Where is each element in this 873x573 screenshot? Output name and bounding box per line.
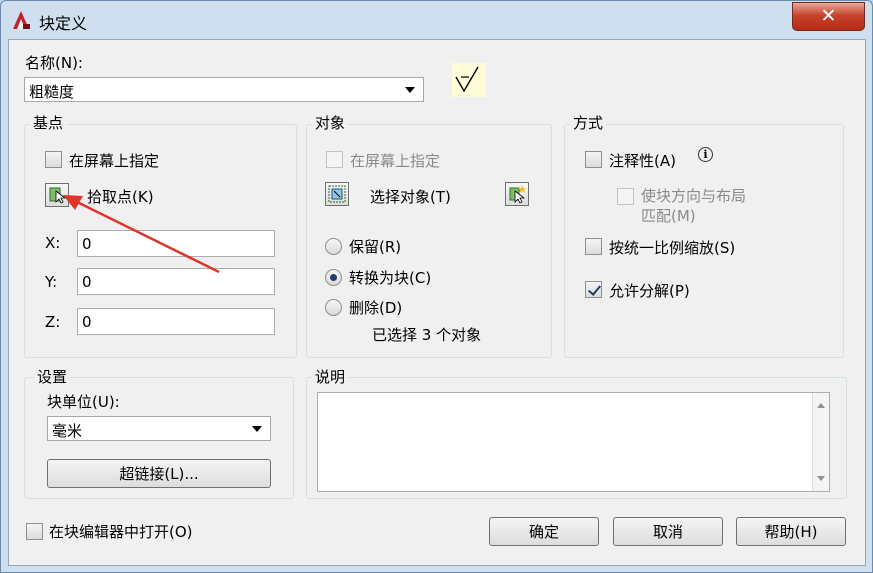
help-button[interactable]: 帮助(H) <box>736 517 846 546</box>
ok-button[interactable]: 确定 <box>489 517 599 546</box>
select-objects-label: 选择对象(T) <box>370 188 451 206</box>
block-unit-combobox[interactable]: 毫米 <box>47 416 271 441</box>
scale-uniformly-checkbox[interactable] <box>585 238 602 255</box>
block-preview <box>452 63 486 97</box>
select-objects-icon <box>328 185 346 203</box>
z-label: Z: <box>45 313 61 331</box>
select-objects-button[interactable] <box>325 182 349 206</box>
block-unit-value: 毫米 <box>52 422 83 440</box>
convert-to-block-radio[interactable] <box>325 269 342 286</box>
annotative-checkbox[interactable] <box>585 151 602 168</box>
name-label: 名称(N): <box>25 54 83 72</box>
name-combobox[interactable]: 粗糙度 <box>24 77 424 102</box>
match-orientation-label-2: 匹配(M) <box>641 207 696 225</box>
autocad-app-icon <box>11 10 31 30</box>
objects-onscreen-checkbox[interactable] <box>326 151 343 168</box>
chevron-down-icon[interactable] <box>252 426 262 432</box>
objects-title: 对象 <box>312 112 349 133</box>
close-icon: ✕ <box>820 5 837 27</box>
delete-label: 删除(D) <box>349 299 403 317</box>
hyperlink-button[interactable]: 超链接(L)... <box>47 459 271 488</box>
basepoint-title: 基点 <box>30 112 67 133</box>
name-value: 粗糙度 <box>29 83 75 101</box>
scroll-up-icon[interactable] <box>817 403 825 408</box>
description-scrollbar[interactable] <box>812 393 829 491</box>
retain-radio[interactable] <box>325 238 342 255</box>
match-orientation-checkbox[interactable] <box>617 188 634 205</box>
retain-label: 保留(R) <box>349 238 402 256</box>
description-textarea[interactable] <box>317 392 830 492</box>
behavior-title: 方式 <box>570 112 607 133</box>
annotative-label: 注释性(A) <box>609 152 676 170</box>
chevron-down-icon[interactable] <box>405 87 415 93</box>
convert-to-block-label: 转换为块(C) <box>349 269 432 287</box>
y-label: Y: <box>45 273 58 291</box>
settings-title: 设置 <box>34 366 71 387</box>
close-button[interactable]: ✕ <box>792 2 865 31</box>
window-title: 块定义 <box>39 14 88 33</box>
description-title: 说明 <box>312 366 349 387</box>
quick-select-button[interactable] <box>505 182 529 206</box>
basepoint-onscreen-checkbox[interactable] <box>45 151 62 168</box>
basepoint-onscreen-label: 在屏幕上指定 <box>69 152 160 170</box>
roughness-symbol-icon <box>455 66 479 93</box>
objects-onscreen-label: 在屏幕上指定 <box>350 152 441 170</box>
scroll-down-icon[interactable] <box>817 476 825 481</box>
selection-status: 已选择 3 个对象 <box>372 326 482 344</box>
allow-explode-checkbox[interactable] <box>585 281 602 298</box>
allow-explode-label: 允许分解(P) <box>609 282 690 300</box>
dialog-body: 名称(N): 粗糙度 基点 在屏幕上指定 拾取点(K) X: Y: <box>8 39 866 566</box>
title-bar[interactable]: 块定义 ✕ <box>1 1 872 39</box>
delete-radio[interactable] <box>325 299 342 316</box>
block-definition-dialog: 块定义 ✕ 名称(N): 粗糙度 基点 在屏幕上指定 拾取点(K) X: 0 Y… <box>0 0 873 573</box>
open-in-editor-checkbox[interactable] <box>26 523 43 540</box>
scale-uniformly-label: 按统一比例缩放(S) <box>609 239 736 257</box>
open-in-editor-label: 在块编辑器中打开(O) <box>49 523 193 541</box>
quick-select-icon <box>509 185 526 204</box>
z-input-field[interactable] <box>78 309 274 334</box>
cancel-button[interactable]: 取消 <box>613 517 723 546</box>
block-unit-label: 块单位(U): <box>47 393 120 411</box>
red-arrow-annotation <box>63 195 220 274</box>
match-orientation-label: 使块方向与布局 <box>641 187 747 205</box>
z-input[interactable] <box>77 308 275 335</box>
info-icon[interactable]: i <box>698 147 713 162</box>
